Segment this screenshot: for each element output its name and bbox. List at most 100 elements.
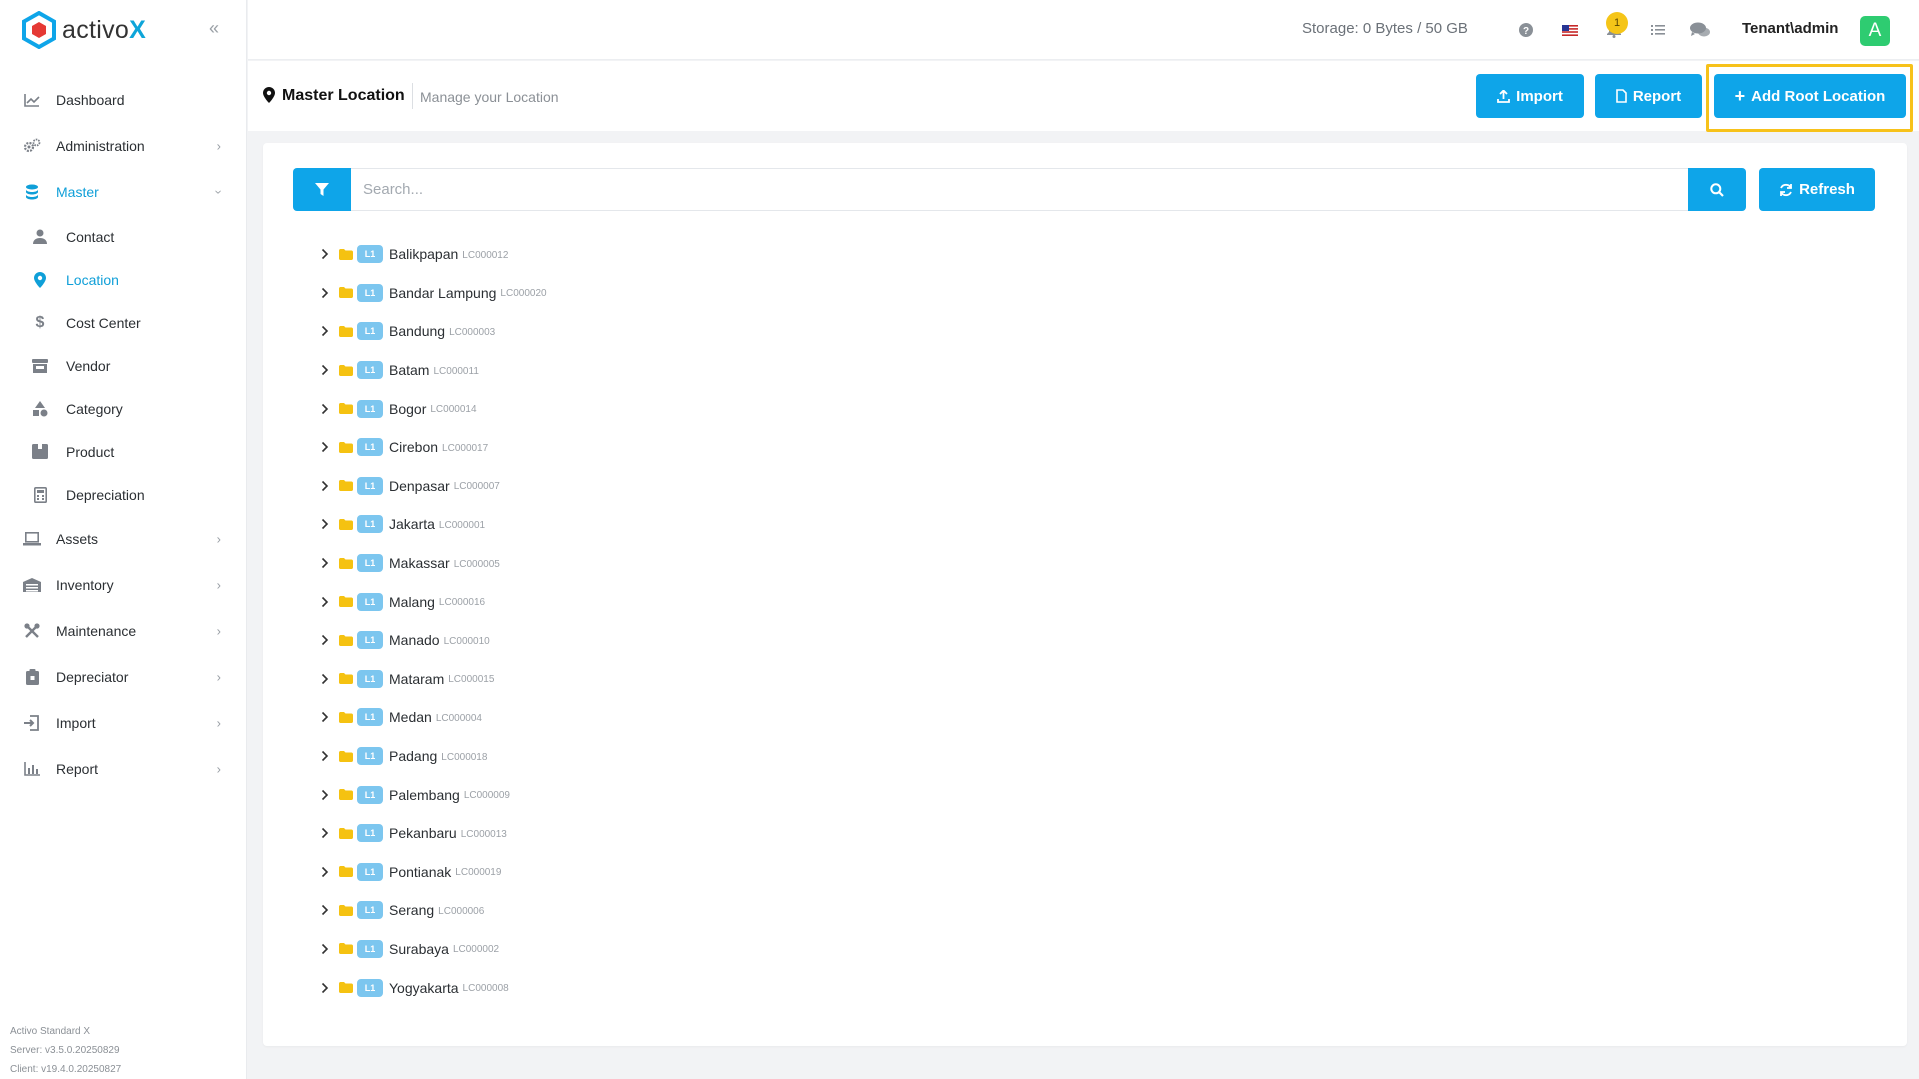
location-code: LC000009 [463, 790, 510, 802]
tree-node[interactable]: L1 Cirebon LC000017 [318, 428, 547, 467]
tree-node[interactable]: L1 Pontianak LC000019 [318, 853, 547, 892]
expand-chevron-icon[interactable] [318, 827, 332, 839]
sidebar-subitem-vendor[interactable]: Vendor [0, 344, 247, 387]
expand-chevron-icon[interactable] [318, 248, 332, 260]
location-name[interactable]: Bandung [389, 323, 445, 339]
expand-chevron-icon[interactable] [318, 982, 332, 994]
expand-chevron-icon[interactable] [318, 711, 332, 723]
level-badge: L1 [357, 939, 383, 958]
tree-node[interactable]: L1 Denpasar LC000007 [318, 467, 547, 506]
tree-node[interactable]: L1 Batam LC000011 [318, 351, 547, 390]
sidebar-subitem-product[interactable]: Product [0, 430, 247, 473]
location-name[interactable]: Pekanbaru [389, 825, 457, 841]
search-input[interactable] [351, 168, 1688, 211]
help-icon[interactable]: ? [1516, 20, 1536, 40]
expand-chevron-icon[interactable] [318, 750, 332, 762]
tree-node[interactable]: L1 Serang LC000006 [318, 891, 547, 930]
sidebar-item-master[interactable]: Master › [0, 169, 247, 215]
refresh-button[interactable]: Refresh [1759, 168, 1875, 211]
location-name[interactable]: Surabaya [389, 941, 449, 957]
expand-chevron-icon[interactable] [318, 364, 332, 376]
location-name[interactable]: Mataram [389, 671, 444, 687]
tree-node[interactable]: L1 Manado LC000010 [318, 621, 547, 660]
sidebar-item-assets[interactable]: Assets › [0, 516, 247, 562]
tree-node[interactable]: L1 Surabaya LC000002 [318, 930, 547, 969]
sidebar-subitem-cost-center[interactable]: $ Cost Center [0, 301, 247, 344]
tree-node[interactable]: L1 Padang LC000018 [318, 737, 547, 776]
expand-chevron-icon[interactable] [318, 866, 332, 878]
location-name[interactable]: Yogyakarta [389, 980, 459, 996]
expand-chevron-icon[interactable] [318, 943, 332, 955]
sidebar-item-maintenance[interactable]: Maintenance › [0, 608, 247, 654]
location-name[interactable]: Balikpapan [389, 246, 458, 262]
expand-chevron-icon[interactable] [318, 480, 332, 492]
tree-node[interactable]: L1 Mataram LC000015 [318, 660, 547, 699]
location-name[interactable]: Cirebon [389, 439, 438, 455]
location-name[interactable]: Padang [389, 748, 437, 764]
sidebar-item-depreciator[interactable]: Depreciator › [0, 654, 247, 700]
tree-node[interactable]: L1 Pekanbaru LC000013 [318, 814, 547, 853]
add-root-location-button[interactable]: + Add Root Location [1714, 74, 1906, 118]
sidebar-subitem-depreciation[interactable]: Depreciation [0, 473, 247, 516]
location-name[interactable]: Serang [389, 902, 434, 918]
expand-chevron-icon[interactable] [318, 789, 332, 801]
expand-chevron-icon[interactable] [318, 596, 332, 608]
collapse-sidebar-icon[interactable]: « [204, 18, 224, 38]
expand-chevron-icon[interactable] [318, 518, 332, 530]
sidebar-item-label: Import [56, 715, 96, 731]
sidebar-item-report[interactable]: Report › [0, 746, 247, 792]
expand-chevron-icon[interactable] [318, 673, 332, 685]
location-name[interactable]: Denpasar [389, 478, 450, 494]
tree-node[interactable]: L1 Medan LC000004 [318, 698, 547, 737]
tree-node[interactable]: L1 Bogor LC000014 [318, 389, 547, 428]
tree-node[interactable]: L1 Palembang LC000009 [318, 775, 547, 814]
chat-icon[interactable] [1690, 20, 1710, 40]
expand-chevron-icon[interactable] [318, 634, 332, 646]
sidebar-item-administration[interactable]: Administration › [0, 123, 247, 169]
level-badge: L1 [357, 708, 383, 727]
location-name[interactable]: Pontianak [389, 864, 451, 880]
location-name[interactable]: Medan [389, 709, 432, 725]
expand-chevron-icon[interactable] [318, 557, 332, 569]
level-badge: L1 [357, 631, 383, 650]
expand-chevron-icon[interactable] [318, 325, 332, 337]
location-name[interactable]: Jakarta [389, 516, 435, 532]
report-button[interactable]: Report [1595, 74, 1702, 118]
search-button[interactable] [1688, 168, 1746, 211]
expand-chevron-icon[interactable] [318, 904, 332, 916]
tree-node[interactable]: L1 Makassar LC000005 [318, 544, 547, 583]
tree-node[interactable]: L1 Jakarta LC000001 [318, 505, 547, 544]
sidebar-item-inventory[interactable]: Inventory › [0, 562, 247, 608]
location-name[interactable]: Bogor [389, 401, 426, 417]
location-name[interactable]: Palembang [389, 787, 460, 803]
import-button[interactable]: Import [1476, 74, 1584, 118]
tree-node[interactable]: L1 Malang LC000016 [318, 582, 547, 621]
sidebar-subitem-location[interactable]: Location [0, 258, 247, 301]
location-name[interactable]: Batam [389, 362, 429, 378]
expand-chevron-icon[interactable] [318, 287, 332, 299]
task-list-icon[interactable] [1648, 20, 1668, 40]
tree-node[interactable]: L1 Balikpapan LC000012 [318, 235, 547, 274]
expand-chevron-icon[interactable] [318, 441, 332, 453]
tree-node[interactable]: L1 Yogyakarta LC000008 [318, 968, 547, 1007]
app-logo[interactable]: activoX [22, 10, 146, 50]
avatar[interactable]: A [1860, 16, 1890, 46]
sidebar-item-import[interactable]: Import › [0, 700, 247, 746]
sidebar-subitem-contact[interactable]: Contact [0, 215, 247, 258]
location-name[interactable]: Bandar Lampung [389, 285, 496, 301]
sidebar-subitem-category[interactable]: Category [0, 387, 247, 430]
location-name[interactable]: Malang [389, 594, 435, 610]
level-badge: L1 [357, 399, 383, 418]
expand-chevron-icon[interactable] [318, 403, 332, 415]
filter-button[interactable] [293, 168, 351, 211]
us-flag-icon[interactable] [1560, 20, 1580, 40]
folder-icon [339, 827, 353, 839]
location-tree: L1 Balikpapan LC000012 L1 Bandar Lampung LC00… [318, 235, 547, 1007]
tree-node[interactable]: L1 Bandar Lampung LC000020 [318, 274, 547, 313]
edition-text: Activo Standard X [10, 1026, 91, 1037]
sidebar-item-dashboard[interactable]: Dashboard [0, 77, 247, 123]
location-name[interactable]: Makassar [389, 555, 450, 571]
location-name[interactable]: Manado [389, 632, 440, 648]
user-name[interactable]: Tenant\admin [1742, 20, 1838, 37]
tree-node[interactable]: L1 Bandung LC000003 [318, 312, 547, 351]
